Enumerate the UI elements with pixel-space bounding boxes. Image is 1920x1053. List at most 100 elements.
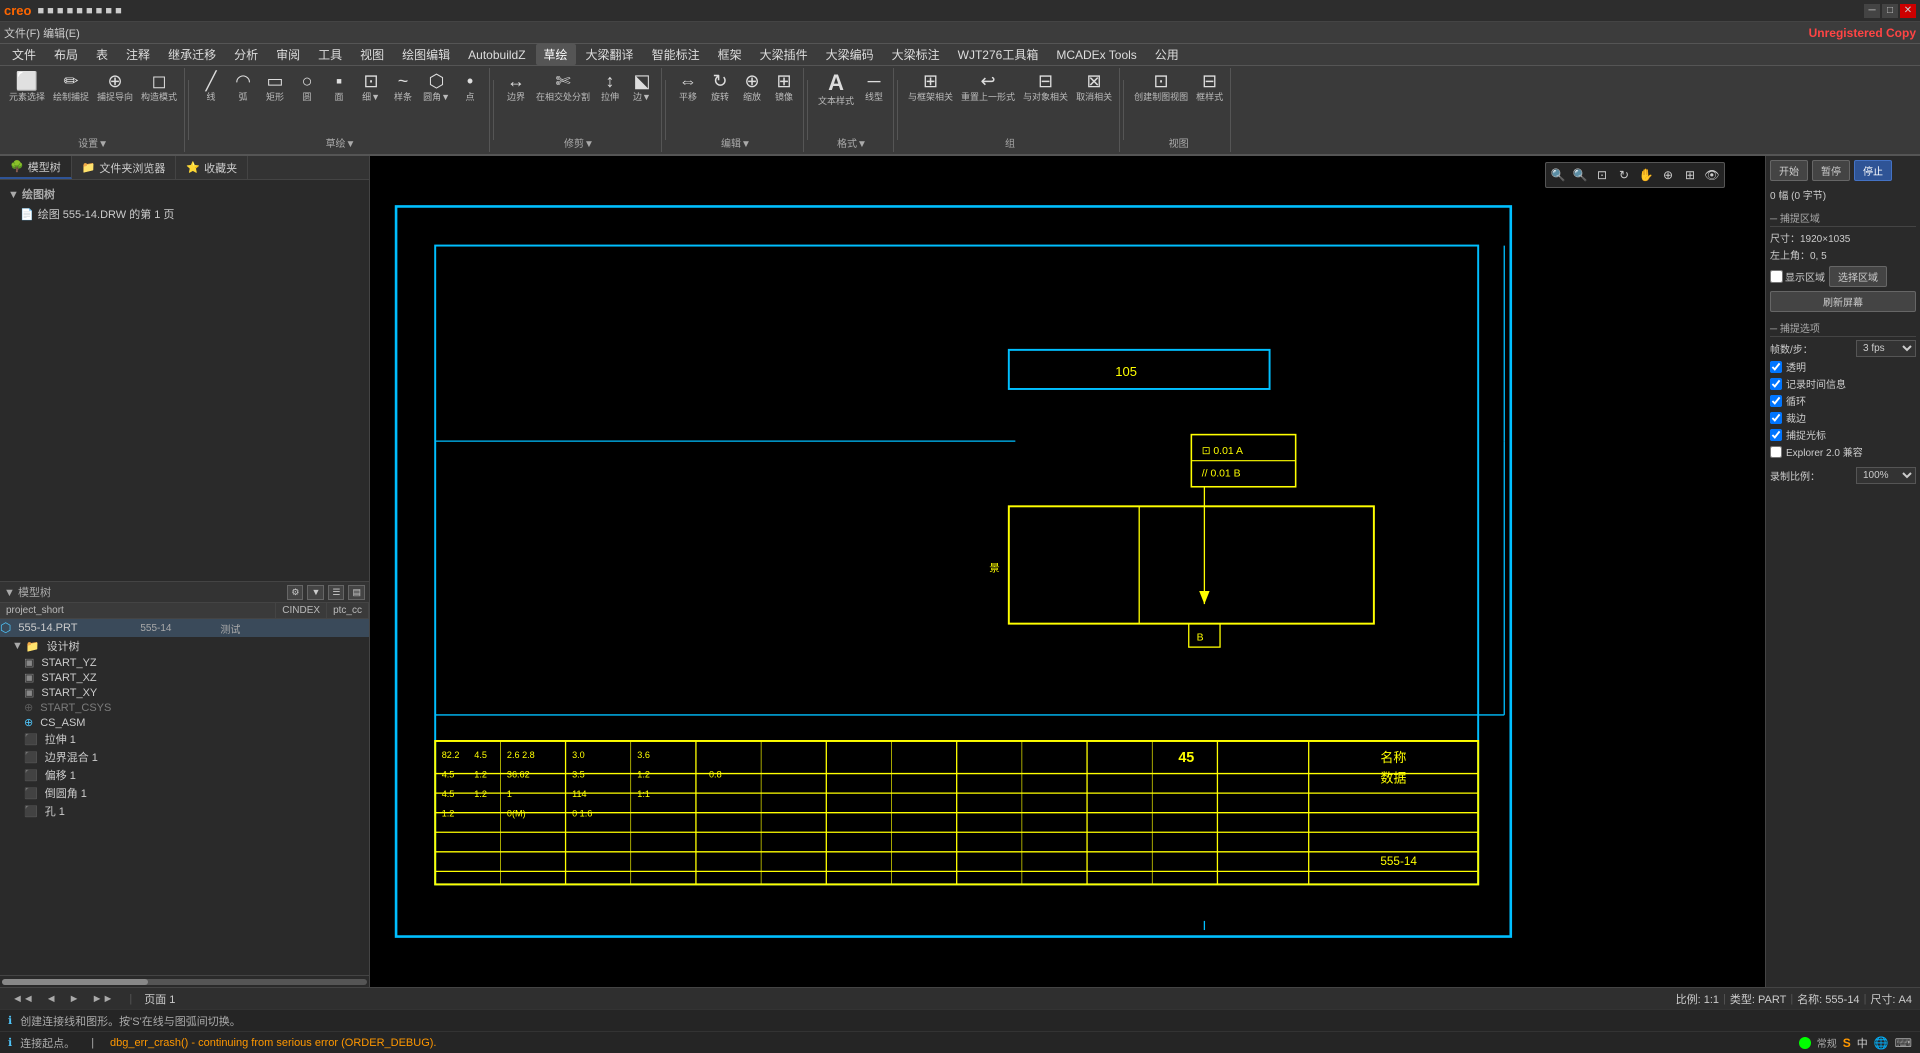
left-panel-scrollbar[interactable]	[0, 975, 369, 987]
menu-mcadex[interactable]: MCADEx Tools	[1048, 46, 1144, 64]
ribbon-btn-circle[interactable]: ○ 圆	[292, 70, 322, 105]
model-tree-item-cs-asm[interactable]: ⊕ CS_ASM	[0, 715, 369, 730]
ribbon-btn-spline[interactable]: ~ 样条	[388, 70, 418, 105]
tab-folder-browser[interactable]: 📁 文件夹浏览器	[72, 156, 177, 179]
prev-first-btn[interactable]: ◄◄	[8, 992, 38, 1006]
ribbon-btn-mirror[interactable]: ⊞ 镜像	[769, 70, 799, 105]
explorer-compat-checkbox[interactable]	[1770, 446, 1782, 458]
model-tree-item-start-xz[interactable]: ▣ START_XZ	[0, 670, 369, 685]
ribbon-btn-draw-view[interactable]: ⊡ 创建制图视图	[1131, 70, 1191, 105]
drawing-tree-item-1[interactable]: 📄 绘图 555-14.DRW 的第 1 页	[4, 204, 365, 224]
select-region-btn[interactable]: 选择区域	[1829, 266, 1887, 287]
close-button[interactable]: ✕	[1900, 4, 1916, 18]
ribbon-btn-face[interactable]: ▪ 面	[324, 70, 354, 105]
menu-autobuildz[interactable]: AutobuildZ	[460, 46, 533, 64]
minimize-button[interactable]: ─	[1864, 4, 1880, 18]
next-btn[interactable]: ►	[65, 992, 84, 1006]
ribbon-btn-construct-mode[interactable]: ◻ 构造模式	[138, 70, 180, 105]
line-icon: ╱	[206, 72, 217, 90]
menu-analysis[interactable]: 分析	[226, 44, 266, 65]
model-tree-settings-btn[interactable]: ⚙	[287, 585, 303, 600]
tab-favorites[interactable]: ⭐ 收藏夹	[176, 156, 248, 179]
ribbon-btn-thin[interactable]: ⊡ 细▼	[356, 70, 386, 105]
ribbon-btn-line-style[interactable]: ─ 线型	[859, 70, 889, 109]
model-tree-cols-btn[interactable]: ☰	[328, 585, 344, 600]
model-tree-item-offset1[interactable]: ⬛ 偏移 1	[0, 766, 369, 784]
ribbon-btn-view-style[interactable]: ⊟ 框样式	[1193, 70, 1226, 105]
model-tree-item-blend1[interactable]: ⬛ 边界混合 1	[0, 748, 369, 766]
ribbon-btn-reset-style[interactable]: ↩ 重置上一形式	[958, 70, 1018, 105]
next-last-btn[interactable]: ►►	[88, 992, 118, 1006]
model-tree-more-btn[interactable]: ▤	[348, 585, 365, 600]
ribbon-btn-stretch[interactable]: ↕ 拉伸	[595, 70, 625, 105]
model-tree-item-hole1[interactable]: ⬛ 孔 1	[0, 802, 369, 820]
show-region-checkbox[interactable]	[1770, 270, 1783, 283]
transparent-checkbox[interactable]	[1770, 361, 1782, 373]
model-tree-item-start-yz[interactable]: ▣ START_YZ	[0, 655, 369, 670]
ribbon-btn-text-style[interactable]: A 文本样式	[815, 70, 857, 109]
plane-xz-icon: ▣	[24, 671, 34, 684]
ribbon-btn-arc[interactable]: ◠ 弧	[228, 70, 258, 105]
prev-btn[interactable]: ◄	[42, 992, 61, 1006]
menu-beam-plugin[interactable]: 大梁插件	[752, 44, 816, 65]
menu-drawing-edit[interactable]: 绘图编辑	[394, 44, 458, 65]
ribbon-btn-snap-guide[interactable]: ⊕ 捕捉导向	[94, 70, 136, 105]
model-tree-item-round1[interactable]: ⬛ 倒圆角 1	[0, 784, 369, 802]
model-tree-item-start-xy[interactable]: ▣ START_XY	[0, 685, 369, 700]
ribbon-btn-boundary[interactable]: ↔ 边界	[501, 70, 531, 105]
menu-sketch[interactable]: 草绘	[536, 44, 576, 65]
menu-inherit[interactable]: 继承迁移	[160, 44, 224, 65]
model-tree-item-extrude1[interactable]: ⬛ 拉伸 1	[0, 730, 369, 748]
transparent-row: 透明	[1770, 359, 1916, 374]
cursor-capture-checkbox[interactable]	[1770, 429, 1782, 441]
crop-checkbox[interactable]	[1770, 412, 1782, 424]
pause-capture-btn[interactable]: 暂停	[1812, 160, 1850, 181]
fps-select[interactable]: 3 fps 5 fps 10 fps 15 fps	[1856, 340, 1916, 357]
ribbon-group-settings-label: 设置▼	[78, 133, 108, 150]
start-capture-btn[interactable]: 开始	[1770, 160, 1808, 181]
menu-beam-translate[interactable]: 大梁翻译	[578, 44, 642, 65]
menu-review[interactable]: 审阅	[268, 44, 308, 65]
split-intersect-label: 在相交处分割	[536, 90, 590, 103]
drawing-tree-collapse[interactable]: ▼	[8, 189, 19, 201]
menu-smart-dim[interactable]: 智能标注	[644, 44, 708, 65]
ribbon-btn-rect[interactable]: ▭ 矩形	[260, 70, 290, 105]
ribbon-btn-cancel-related[interactable]: ⊠ 取消相关	[1073, 70, 1115, 105]
boundary-label: 边界	[507, 90, 525, 103]
menu-table[interactable]: 表	[88, 44, 116, 65]
menu-beam-code[interactable]: 大梁编码	[818, 44, 882, 65]
menu-file[interactable]: 文件	[4, 44, 44, 65]
ribbon-btn-fillet[interactable]: ⬡ 圆角▼	[420, 70, 453, 105]
menu-wjt[interactable]: WJT276工具箱	[950, 44, 1047, 65]
model-tree-item-design[interactable]: ▼ 📁 设计树	[0, 637, 369, 655]
ribbon-btn-split-intersect[interactable]: ✄ 在相交处分割	[533, 70, 593, 105]
ribbon-btn-frame-related[interactable]: ⊞ 与框架相关	[905, 70, 956, 105]
ribbon-btn-translate[interactable]: ⇔ 平移	[673, 70, 703, 105]
ribbon-btn-obj-related[interactable]: ⊟ 与对象相关	[1020, 70, 1071, 105]
model-tree-item-main[interactable]: ⬡ 555-14.PRT 555-14 测试	[0, 619, 369, 637]
menu-beam-dim[interactable]: 大梁标注	[884, 44, 948, 65]
model-tree-item-start-csys[interactable]: ⊕ START_CSYS	[0, 700, 369, 715]
menu-annotation[interactable]: 注释	[118, 44, 158, 65]
record-time-checkbox[interactable]	[1770, 378, 1782, 390]
scrollbar-thumb[interactable]	[2, 979, 148, 985]
menu-public[interactable]: 公用	[1147, 44, 1187, 65]
refresh-screen-btn[interactable]: 刷新屏幕	[1770, 291, 1916, 312]
loop-checkbox[interactable]	[1770, 395, 1782, 407]
model-tree-filter-btn[interactable]: ▼	[307, 585, 324, 600]
stop-capture-btn[interactable]: 停止	[1854, 160, 1892, 181]
menu-layout[interactable]: 布局	[46, 44, 86, 65]
menu-tools[interactable]: 工具	[310, 44, 350, 65]
ribbon-btn-point[interactable]: • 点	[455, 70, 485, 105]
ribbon-btn-element-select[interactable]: ⬜ 元素选择	[6, 70, 48, 105]
ribbon-btn-edge[interactable]: ⬕ 边▼	[627, 70, 657, 105]
menu-frame[interactable]: 框架	[710, 44, 750, 65]
ribbon-btn-line[interactable]: ╱ 线	[196, 70, 226, 105]
maximize-button[interactable]: □	[1882, 4, 1898, 18]
ribbon-btn-scale[interactable]: ⊕ 缩放	[737, 70, 767, 105]
ribbon-btn-draw-snap[interactable]: ✏ 绘制捕捉	[50, 70, 92, 105]
menu-view[interactable]: 视图	[352, 44, 392, 65]
tab-model-tree[interactable]: 🌳 模型树	[0, 156, 72, 179]
ribbon-btn-rotate[interactable]: ↻ 旋转	[705, 70, 735, 105]
scale-select[interactable]: 100% 75% 50%	[1856, 467, 1916, 484]
